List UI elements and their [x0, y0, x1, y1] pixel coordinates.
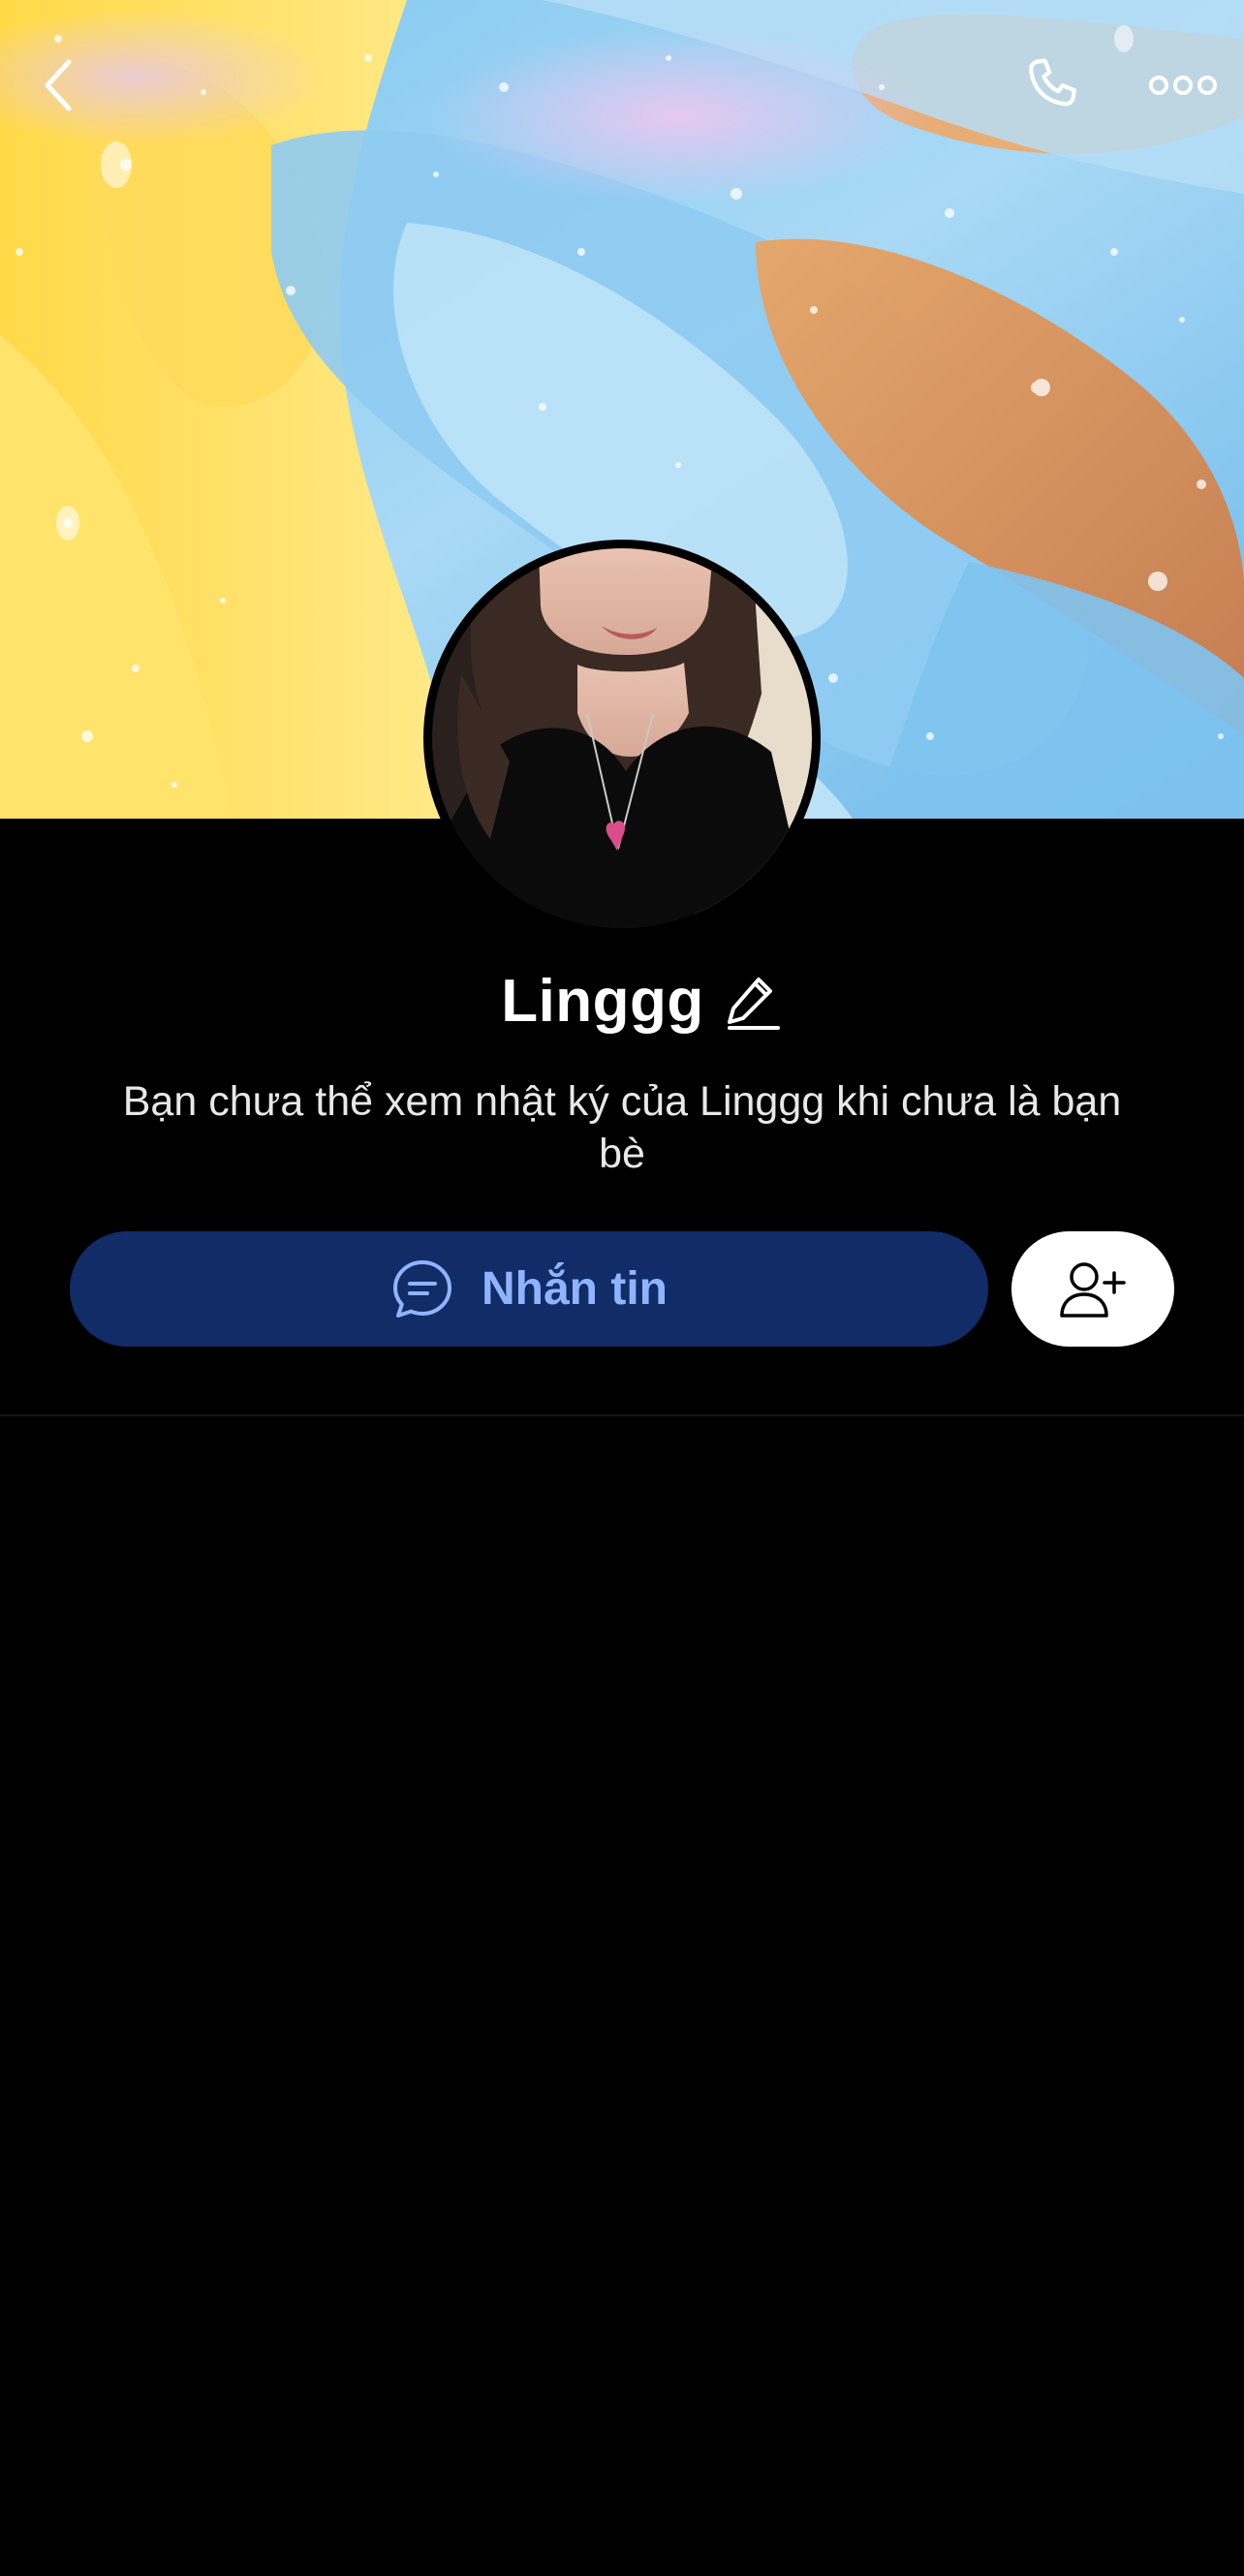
more-button[interactable]: [1139, 47, 1227, 124]
avatar[interactable]: [423, 540, 821, 937]
add-friend-button[interactable]: [1011, 1231, 1174, 1347]
section-divider: [0, 1414, 1244, 1416]
back-button[interactable]: [29, 47, 87, 124]
message-button[interactable]: Nhắn tin: [70, 1231, 988, 1347]
avatar-photo: [432, 548, 812, 928]
more-dots-icon: [1149, 76, 1217, 95]
phone-icon: [1028, 58, 1076, 107]
profile-name: Linggg: [501, 967, 704, 1035]
add-friend-icon: [1060, 1261, 1126, 1318]
profile-name-row: Linggg: [0, 957, 1244, 1044]
call-button[interactable]: [1013, 47, 1091, 124]
diary-privacy-notice: Bạn chưa thể xem nhật ký của Linggg khi …: [122, 1078, 1122, 1177]
chevron-left-icon: [45, 59, 72, 111]
pencil-icon[interactable]: [726, 972, 782, 1030]
chat-bubble-icon: [393, 1259, 451, 1318]
message-button-label: Nhắn tin: [482, 1263, 668, 1315]
